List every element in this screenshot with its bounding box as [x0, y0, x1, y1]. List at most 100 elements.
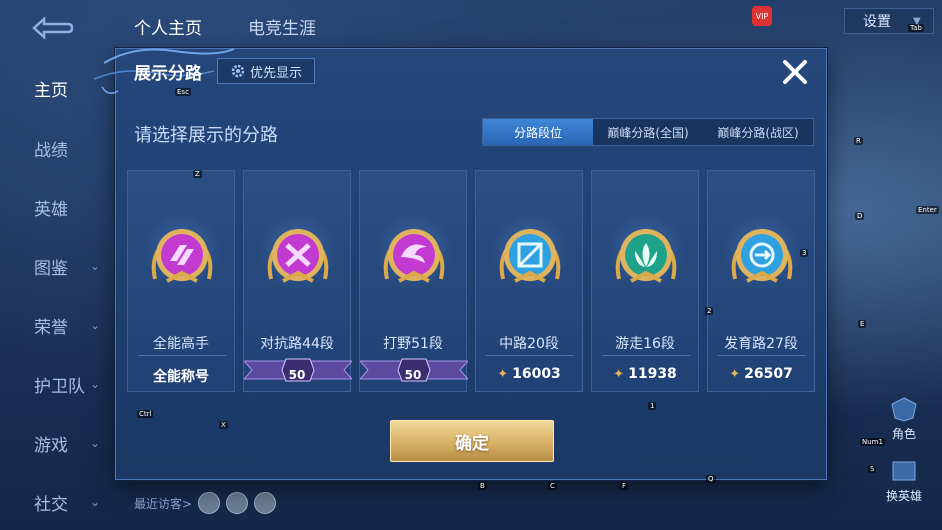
farm-lane-emblem-icon: [731, 229, 793, 283]
title-text: 全能称号: [153, 369, 209, 385]
rank-label: 全能高手: [153, 336, 209, 352]
all-round-emblem-icon: [151, 229, 213, 283]
nav-item-guard[interactable]: 护卫队 ⌄: [0, 364, 120, 404]
key-hint: R: [854, 137, 863, 145]
nav-item-honor[interactable]: 荣誉 ⌄: [0, 305, 120, 345]
chevron-down-icon: ⌄: [90, 318, 101, 332]
tab-esports-career[interactable]: 电竞生涯: [248, 14, 316, 39]
left-nav: 主页 战绩 英雄 图鉴 ⌄ 荣誉 ⌄ 护卫队 ⌄ 游戏 ⌄ 社交 ⌄: [0, 60, 120, 530]
lane-card-jungle[interactable]: 打野51段 50: [359, 170, 468, 392]
lane-score: ✦ 26507: [708, 366, 814, 382]
nav-item-label: 荣誉: [34, 317, 68, 338]
score-icon: ✦: [613, 366, 625, 382]
nav-item-codex[interactable]: 图鉴 ⌄: [0, 246, 120, 286]
rank-label: 中路20段: [499, 336, 559, 352]
rank-label: 对抗路44段: [260, 336, 334, 352]
avatar[interactable]: [226, 492, 249, 514]
tab-lane-rank[interactable]: 分路段位: [483, 119, 593, 145]
roam-emblem-icon: [615, 229, 677, 283]
recent-visitors-label: 最近访客>: [134, 496, 193, 511]
nav-item-record[interactable]: 战绩: [0, 128, 120, 168]
change-hero-button[interactable]: 换英雄: [876, 458, 932, 508]
avatar[interactable]: [254, 492, 277, 514]
key-hint: Enter: [916, 206, 939, 214]
priority-label: 优先显示: [249, 65, 302, 81]
chevron-down-icon: ⌄: [90, 377, 101, 391]
star-count: 50: [404, 368, 422, 382]
lane-card-farm[interactable]: 发育路27段 ✦ 26507: [707, 170, 815, 392]
nav-item-heroes[interactable]: 英雄: [0, 187, 120, 227]
key-hint: 3: [800, 249, 809, 257]
clash-lane-emblem-icon: [267, 229, 329, 283]
key-hint: C: [548, 482, 557, 490]
score-icon: ✦: [497, 366, 509, 382]
divider: [718, 355, 806, 356]
key-hint: B: [478, 482, 487, 490]
recent-visitors[interactable]: 最近访客>: [134, 492, 277, 514]
priority-display-button[interactable]: 优先显示: [217, 58, 315, 84]
nav-item-games[interactable]: 游戏 ⌄: [0, 423, 120, 463]
back-button[interactable]: [28, 14, 76, 42]
settings-label: 设置: [863, 14, 891, 30]
key-hint: Q: [706, 475, 716, 483]
score-value: 26507: [744, 366, 793, 382]
lane-card-all-round[interactable]: 全能高手 全能称号: [127, 170, 235, 392]
avatar[interactable]: [198, 492, 221, 514]
nav-item-label: 主页: [34, 80, 68, 101]
rank-label: 打野51段: [383, 336, 443, 352]
divider: [138, 355, 226, 356]
back-arrow-icon: [32, 16, 74, 40]
lane-score: ✦ 16003: [476, 366, 582, 382]
chevron-down-icon: ⌄: [90, 259, 101, 273]
close-icon: [783, 60, 807, 84]
tab-peak-lane-region[interactable]: 巅峰分路(战区): [703, 119, 813, 145]
key-hint: Ctrl: [137, 410, 154, 418]
tab-personal-home[interactable]: 个人主页: [134, 14, 202, 39]
lane-card-roam[interactable]: 游走16段 ✦ 11938: [591, 170, 699, 392]
divider: [486, 355, 574, 356]
key-hint: 1: [648, 402, 657, 410]
nav-item-label: 社交: [34, 494, 68, 515]
chevron-down-icon: ⌄: [90, 436, 101, 450]
key-hint: Tab: [908, 24, 924, 32]
key-hint: F: [620, 482, 629, 490]
dialog-subtitle: 请选择展示的分路: [134, 125, 278, 146]
score-value: 11938: [628, 366, 677, 382]
lane-display-dialog: 展示分路 优先显示 请选择展示的分路 分路段位 巅峰分路(全国) 巅峰分路(战区…: [94, 48, 827, 480]
nav-item-social[interactable]: 社交 ⌄: [0, 482, 120, 522]
nav-item-label: 战绩: [34, 140, 68, 161]
score-value: 16003: [512, 366, 561, 382]
close-button[interactable]: [780, 57, 810, 87]
dialog-header: 展示分路 优先显示: [94, 48, 826, 94]
key-hint: Num1: [860, 438, 885, 446]
lane-card-mid[interactable]: 中路20段 ✦ 16003: [475, 170, 583, 392]
lane-score: ✦ 11938: [592, 366, 698, 382]
confirm-label: 确定: [455, 433, 489, 454]
dialog-title: 展示分路: [134, 64, 202, 84]
lane-cards: 全能高手 全能称号 对抗路44段 50 打野51段 50 中路20段 ✦ 160…: [127, 170, 817, 392]
mid-lane-emblem-icon: [499, 229, 561, 283]
nav-item-label: 图鉴: [34, 258, 68, 279]
lane-card-clash[interactable]: 对抗路44段 50: [243, 170, 352, 392]
nav-item-label: 护卫队: [34, 376, 85, 397]
nav-item-label: 游戏: [34, 435, 68, 456]
divider: [602, 355, 690, 356]
nav-item-label: 英雄: [34, 199, 68, 220]
key-hint: S: [868, 465, 877, 473]
chevron-down-icon: ⌄: [90, 495, 101, 509]
key-hint: Esc: [175, 88, 191, 96]
key-hint: Z: [193, 170, 202, 178]
key-hint: X: [219, 421, 228, 429]
rank-label: 游走16段: [615, 336, 675, 352]
change-hero-label: 换英雄: [885, 489, 922, 503]
key-hint: 2: [705, 307, 714, 315]
score-icon: ✦: [729, 366, 741, 382]
rank-label: 发育路27段: [724, 336, 798, 352]
top-tabs: 个人主页 电竞生涯: [134, 14, 316, 39]
jungle-emblem-icon: [383, 229, 445, 283]
vip-badge: VIP: [752, 6, 772, 26]
gear-icon: [231, 64, 245, 78]
confirm-button[interactable]: 确定: [390, 420, 554, 462]
swap-icon: [892, 461, 916, 481]
tab-peak-lane-national[interactable]: 巅峰分路(全国): [593, 119, 703, 145]
